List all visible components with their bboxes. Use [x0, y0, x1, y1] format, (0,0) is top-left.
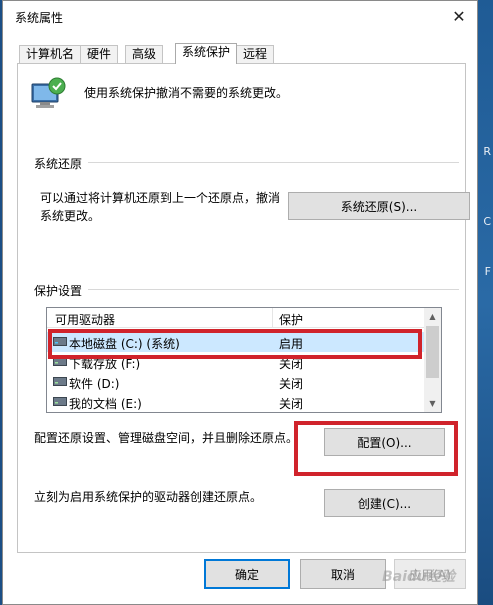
tab-system-protection[interactable]: 系统保护: [175, 43, 238, 64]
tab-hardware[interactable]: 硬件: [80, 45, 119, 64]
tab-advanced[interactable]: 高级: [125, 45, 164, 64]
section-divider: [34, 162, 459, 163]
configure-description: 配置还原设置、管理磁盘空间，并且删除还原点。: [34, 431, 299, 445]
tab-remote[interactable]: 远程: [236, 45, 275, 64]
ok-button[interactable]: 确定: [204, 559, 290, 589]
section-title-protection: 保护设置: [34, 282, 89, 299]
restore-description-line2: 系统更改。: [40, 209, 101, 223]
column-header-status[interactable]: 保护: [279, 311, 303, 328]
section-title-restore: 系统还原: [34, 155, 89, 172]
section-divider: [34, 289, 459, 290]
close-button[interactable]: ✕: [441, 1, 477, 31]
drive-name: 软件 (D:): [69, 377, 120, 391]
create-button[interactable]: 创建(C)...: [324, 489, 445, 517]
system-protection-panel: 使用系统保护撤消不需要的系统更改。 系统还原 可以通过将计算机还原到上一个还原点…: [17, 63, 470, 553]
highlight-box-drive: [48, 329, 422, 359]
drive-list[interactable]: 可用驱动器 保护 本地磁盘 (C:) (系统) 启用 下载存放 (F:) 关闭 …: [46, 307, 442, 413]
system-restore-button[interactable]: 系统还原(S)...: [288, 192, 470, 220]
drive-status: 关闭: [279, 377, 304, 391]
scroll-up-icon[interactable]: ▲: [424, 308, 441, 325]
watermark: Baidu经验: [382, 569, 455, 585]
drive-list-header: 可用驱动器 保护: [47, 308, 441, 328]
drive-icon: [53, 397, 67, 406]
scroll-thumb[interactable]: [426, 326, 439, 378]
drive-status: 关闭: [279, 397, 304, 411]
drive-name: 我的文档 (E:): [69, 397, 142, 411]
restore-description-line1: 可以通过将计算机还原到上一个还原点，撤消: [40, 191, 281, 205]
cancel-button[interactable]: 取消: [300, 559, 386, 589]
list-item[interactable]: 我的文档 (E:) 关闭: [47, 392, 425, 412]
restore-description: 可以通过将计算机还原到上一个还原点，撤消 系统更改。: [40, 189, 280, 225]
create-description: 立刻为启用系统保护的驱动器创建还原点。: [34, 490, 263, 504]
title-bar: 系统属性 ✕: [3, 1, 477, 31]
window-title: 系统属性: [15, 11, 64, 25]
drive-icon: [53, 377, 67, 386]
close-icon: ✕: [452, 6, 466, 26]
scroll-down-icon[interactable]: ▼: [424, 395, 441, 412]
intro-text: 使用系统保护撤消不需要的系统更改。: [84, 86, 289, 100]
computer-shield-icon: [31, 77, 66, 108]
highlight-box-configure: [294, 421, 458, 476]
list-item[interactable]: 软件 (D:) 关闭: [47, 372, 425, 392]
drive-list-scrollbar[interactable]: ▲ ▼: [424, 308, 441, 412]
tab-computer-name[interactable]: 计算机名: [19, 45, 82, 64]
column-header-drive[interactable]: 可用驱动器: [55, 311, 115, 328]
system-properties-dialog: 系统属性 ✕ 计算机名 硬件 高级 系统保护 远程 使用系统保护撤消不需要的系统…: [2, 0, 478, 605]
